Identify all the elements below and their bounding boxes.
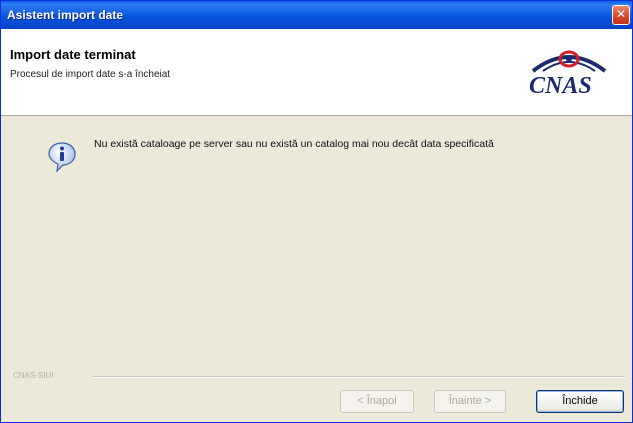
footer-divider: [93, 376, 625, 378]
footer-brand: CNAS-SIUI: [13, 371, 54, 380]
info-icon: [48, 142, 76, 173]
info-message: Nu există cataloage pe server sau nu exi…: [94, 138, 494, 150]
window-title: Asistent import date: [7, 8, 124, 22]
wizard-header: Import date terminat Procesul de import …: [1, 29, 632, 116]
cnas-logo: CNAS: [519, 49, 619, 105]
close-window-button[interactable]: ✕: [612, 5, 630, 25]
close-button[interactable]: Închide: [536, 390, 624, 413]
back-button[interactable]: < Înapoi: [340, 390, 414, 413]
header-subtitle: Procesul de import date s-a încheiat: [10, 69, 171, 80]
import-wizard-window: Asistent import date ✕ Import date termi…: [0, 0, 633, 423]
title-bar[interactable]: Asistent import date ✕: [1, 1, 632, 29]
logo-text: CNAS: [529, 73, 592, 99]
next-button[interactable]: Înainte >: [434, 390, 506, 413]
header-title: Import date terminat: [10, 47, 136, 62]
